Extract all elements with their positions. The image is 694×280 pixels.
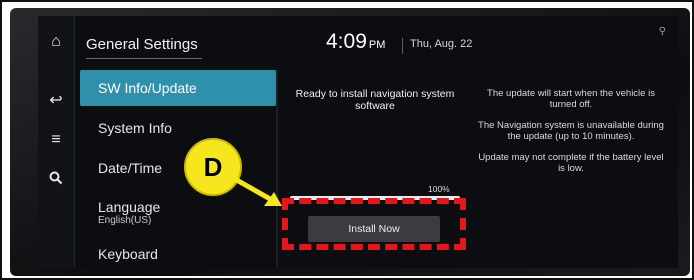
side-rail: ⌂ ↩ ≡ xyxy=(38,16,75,268)
nav-item-label: SW Info/Update xyxy=(98,80,197,96)
info-line: The update will start when the vehicle i… xyxy=(487,88,655,110)
clock: 4:09 PM xyxy=(326,30,385,54)
clock-ampm: PM xyxy=(368,39,386,51)
home-icon[interactable]: ⌂ xyxy=(44,30,68,54)
nav-item-sublabel: English(US) xyxy=(98,214,152,226)
title-underline xyxy=(86,58,202,59)
page-title: General Settings xyxy=(86,36,198,53)
settings-nav: SW Info/Update System Info Date/Time Lan… xyxy=(80,70,276,268)
callout-arrow xyxy=(224,171,282,206)
info-line: The Navigation system is unavailable dur… xyxy=(478,120,664,142)
nav-item-system-info[interactable]: System Info xyxy=(80,110,276,146)
nav-divider xyxy=(276,70,278,268)
nav-item-sw-info-update[interactable]: SW Info/Update xyxy=(80,70,276,106)
nav-item-label: System Info xyxy=(98,120,172,136)
menu-icon[interactable]: ≡ xyxy=(44,128,68,152)
back-icon[interactable]: ↩ xyxy=(44,88,68,112)
date-label: Thu, Aug. 22 xyxy=(410,38,473,50)
progress-percent: 100% xyxy=(428,184,450,194)
update-status-text: Ready to install navigation system softw… xyxy=(295,88,455,112)
nav-item-label: Keyboard xyxy=(98,246,158,262)
nav-item-keyboard[interactable]: Keyboard xyxy=(80,236,276,268)
update-info-panel: The update will start when the vehicle i… xyxy=(476,88,666,184)
highlight-box xyxy=(282,198,466,250)
clock-time: 4:09 xyxy=(326,30,367,53)
signal-icon: ⚲ xyxy=(658,26,666,37)
screenshot-frame: ⌂ ↩ ≡ General Settings 4:09 PM Thu, Aug. … xyxy=(0,0,694,280)
search-icon[interactable] xyxy=(44,166,68,190)
info-line: Update may not complete if the battery l… xyxy=(478,152,664,174)
header-separator xyxy=(402,38,403,54)
